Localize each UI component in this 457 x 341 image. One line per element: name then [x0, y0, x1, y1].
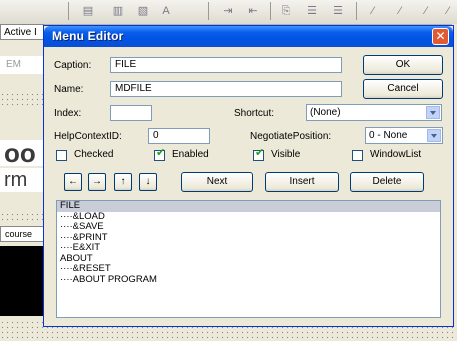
- windowlist-checkbox[interactable]: [352, 150, 363, 161]
- index-label: Index:: [54, 108, 82, 119]
- menu-editor-dialog: Menu Editor ✕ Caption: FILE OK Name: MDF…: [43, 25, 454, 327]
- align-center-icon[interactable]: ▥: [110, 3, 126, 19]
- strikethrough-icon[interactable]: ⁄: [440, 3, 456, 19]
- cancel-button[interactable]: Cancel: [363, 79, 443, 99]
- negotiate-value: 0 - None: [369, 130, 408, 141]
- shortcut-select[interactable]: (None): [306, 104, 442, 121]
- caption-label: Caption:: [54, 60, 92, 71]
- visible-label: Visible: [271, 149, 301, 160]
- italic-icon[interactable]: ⁄: [392, 3, 408, 19]
- course-field[interactable]: course: [0, 226, 44, 242]
- list-item[interactable]: ····&LOAD: [57, 211, 440, 223]
- format-icon[interactable]: ▧: [135, 3, 151, 19]
- helpcontext-input[interactable]: 0: [148, 128, 210, 144]
- name-input[interactable]: MDFILE: [110, 81, 342, 97]
- move-up-button[interactable]: ↑: [114, 173, 132, 191]
- list-item[interactable]: ····&SAVE: [57, 221, 440, 233]
- chevron-down-icon[interactable]: [427, 129, 441, 142]
- windowlist-label: WindowList: [370, 149, 422, 160]
- form-grid: [0, 212, 44, 224]
- list-icon[interactable]: ☰: [304, 3, 320, 19]
- outdent-icon[interactable]: ⇤: [245, 3, 261, 19]
- checkmark-icon: ✔: [255, 147, 265, 159]
- toolbar-separator: [270, 2, 271, 20]
- move-down-button[interactable]: ↓: [139, 173, 157, 191]
- index-input[interactable]: [110, 105, 152, 121]
- negotiate-label: NegotiatePosition:: [250, 131, 332, 142]
- name-label: Name:: [54, 84, 84, 95]
- chevron-down-icon[interactable]: [426, 106, 440, 119]
- close-icon[interactable]: ✕: [432, 28, 449, 45]
- list-item[interactable]: ····&RESET: [57, 263, 440, 275]
- enabled-checkbox[interactable]: ✔: [154, 147, 166, 161]
- underline-icon[interactable]: ⁄: [418, 3, 434, 19]
- bookmark-icon[interactable]: ⎘: [278, 3, 294, 19]
- font-size-icon[interactable]: A: [158, 3, 174, 19]
- list-item[interactable]: ABOUT: [57, 253, 440, 265]
- move-left-button[interactable]: ←: [64, 173, 82, 191]
- shortcut-value: (None): [310, 107, 341, 118]
- indent-icon[interactable]: ⇥: [220, 3, 236, 19]
- caption-input[interactable]: FILE: [110, 57, 342, 73]
- list-item[interactable]: FILE: [57, 201, 440, 212]
- black-panel: [0, 246, 44, 316]
- menu-items-list[interactable]: FILE ····&LOAD ····&SAVE ····&PRINT ····…: [56, 200, 441, 318]
- visible-checkbox[interactable]: ✔: [253, 147, 265, 161]
- negotiate-select[interactable]: 0 - None: [365, 127, 443, 144]
- form-heading-text-2: rm: [0, 168, 44, 192]
- enabled-label: Enabled: [172, 149, 209, 160]
- form-grid: [0, 92, 44, 108]
- toolbar-separator: [356, 2, 357, 20]
- checkmark-icon: ✔: [156, 147, 166, 159]
- checked-label: Checked: [74, 149, 114, 160]
- toolbar-separator: [208, 2, 209, 20]
- bold-icon[interactable]: ⁄: [365, 3, 381, 19]
- helpcontext-label: HelpContextID:: [54, 131, 122, 142]
- align-left-icon[interactable]: ▤: [80, 3, 96, 19]
- insert-button[interactable]: Insert: [265, 172, 339, 192]
- list-item[interactable]: ····&PRINT: [57, 232, 440, 244]
- shortcut-label: Shortcut:: [234, 108, 275, 119]
- em-label: EM: [0, 56, 44, 74]
- list-item[interactable]: ····E&XIT: [57, 242, 440, 254]
- ok-button[interactable]: OK: [363, 55, 443, 75]
- ide-toolbar: ▤ ▥ ▧ A ⇥ ⇤ ⎘ ☰ ☰ ⁄ ⁄ ⁄ ⁄: [0, 0, 457, 25]
- list-item[interactable]: ····ABOUT PROGRAM: [57, 274, 440, 286]
- title-bar[interactable]: Menu Editor ✕: [44, 26, 453, 47]
- checked-checkbox[interactable]: [56, 150, 67, 161]
- move-right-button[interactable]: →: [88, 173, 106, 191]
- list-icon[interactable]: ☰: [330, 3, 346, 19]
- toolbar-separator: [68, 2, 69, 20]
- form-heading-text: oo: [0, 140, 44, 166]
- delete-button[interactable]: Delete: [350, 172, 424, 192]
- active-tab[interactable]: Active I: [0, 24, 44, 40]
- next-button[interactable]: Next: [181, 172, 253, 192]
- dialog-title: Menu Editor: [52, 29, 124, 43]
